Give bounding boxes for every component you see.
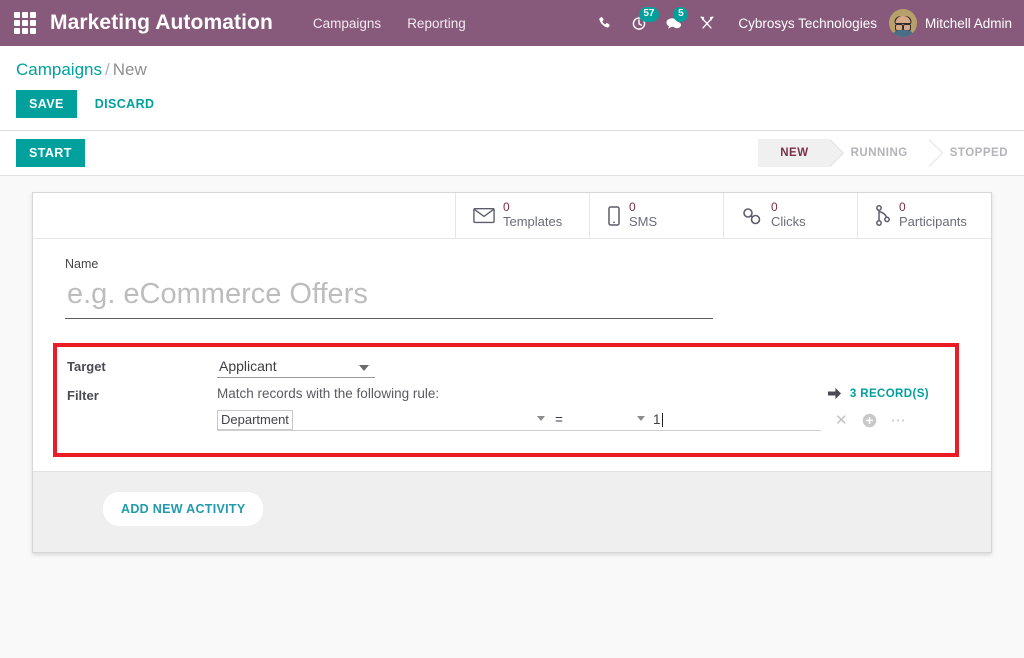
messages-icon[interactable]: 5 (656, 7, 690, 38)
apps-grid-icon[interactable] (14, 12, 36, 34)
rule-action-group: ✕ ⋯ (835, 413, 907, 428)
target-select-wrapper: Applicant (217, 357, 375, 378)
stat-button-clicks[interactable]: 0 Clicks (723, 193, 857, 238)
stat-button-templates[interactable]: 0 Templates (455, 193, 589, 238)
app-title: Marketing Automation (50, 11, 273, 34)
discard-button[interactable]: DISCARD (91, 90, 159, 118)
stat-button-text: 0 SMS (629, 200, 658, 230)
chevron-down-icon (537, 416, 545, 421)
code-branch-icon (875, 205, 891, 226)
arrow-right-icon (827, 387, 842, 400)
chevron-down-icon (637, 416, 645, 421)
breadcrumb-campaigns[interactable]: Campaigns (16, 60, 102, 79)
stat-label-participants: Participants (899, 213, 967, 229)
user-name: Mitchell Admin (924, 15, 1012, 31)
sheet-wrapper: 0 Templates 0 SMS 0 Clicks 0 Participant… (0, 176, 1024, 553)
status-step-new[interactable]: NEW (758, 139, 844, 167)
activity-clock-icon[interactable]: 57 (622, 7, 659, 38)
navbar-right-group: 57 5 Cybrosys Technologies Mitchell Admi… (588, 7, 1012, 38)
target-filter-highlight: Target Applicant Filter Match records wi… (53, 343, 959, 457)
target-label: Target (67, 359, 106, 374)
stat-label-sms: SMS (629, 213, 658, 229)
breadcrumb-bar: Campaigns / New (0, 46, 1024, 80)
records-count-text: 3 RECORD(S) (849, 387, 929, 400)
nav-menu: Campaigns Reporting (313, 16, 466, 31)
filter-row: Filter Match records with the following … (67, 386, 941, 431)
envelope-icon (473, 207, 495, 224)
stat-button-text: 0 Clicks (771, 200, 806, 230)
filter-rule-row: Department = 1 ✕ ⋯ (217, 409, 941, 431)
messages-count-badge: 5 (673, 7, 689, 22)
record-actions-bar: SAVE DISCARD (0, 80, 1024, 131)
records-count-link[interactable]: 3 RECORD(S) (827, 387, 941, 400)
stat-value-clicks: 0 (771, 200, 778, 215)
stat-button-text: 0 Templates (503, 200, 563, 230)
breadcrumb: Campaigns / New (16, 60, 1008, 80)
stat-label-templates: Templates (503, 213, 563, 229)
avatar (888, 9, 917, 37)
statusbar-row: START NEW RUNNING STOPPED (0, 131, 1024, 176)
name-field-label: Name (65, 257, 99, 271)
filter-label: Filter (67, 388, 99, 403)
activity-area: ADD NEW ACTIVITY (33, 471, 991, 552)
stat-button-box: 0 Templates 0 SMS 0 Clicks 0 Participant… (33, 193, 991, 239)
mobile-phone-icon (607, 205, 621, 226)
add-new-activity-button[interactable]: ADD NEW ACTIVITY (103, 492, 264, 526)
rule-operator-select[interactable]: = (549, 409, 649, 431)
nav-item-campaigns[interactable]: Campaigns (313, 16, 381, 31)
remove-node-icon[interactable]: ✕ (835, 413, 848, 428)
rule-value-input[interactable]: 1 (649, 409, 821, 431)
statusbar: NEW RUNNING STOPPED (758, 139, 1024, 167)
stat-button-participants[interactable]: 0 Participants (857, 193, 991, 238)
text-cursor (661, 412, 663, 427)
start-button[interactable]: START (16, 139, 85, 167)
target-select[interactable]: Applicant (217, 357, 375, 378)
target-row: Target Applicant (67, 357, 941, 378)
stat-value-participants: 0 (899, 200, 906, 215)
nav-item-reporting[interactable]: Reporting (407, 16, 466, 31)
filter-description: Match records with the following rule: (217, 386, 440, 401)
rule-field-select[interactable]: Department (217, 409, 549, 431)
breadcrumb-separator: / (105, 60, 110, 79)
developer-tools-icon[interactable] (690, 8, 724, 38)
rule-field-value: Department (217, 409, 293, 430)
filter-header: Match records with the following rule: 3… (217, 386, 941, 401)
user-menu[interactable]: Mitchell Admin (888, 9, 1012, 37)
stat-button-sms[interactable]: 0 SMS (589, 193, 723, 238)
stat-label-clicks: Clicks (771, 213, 806, 229)
form-sheet: 0 Templates 0 SMS 0 Clicks 0 Participant… (32, 192, 992, 553)
chain-link-icon (741, 206, 763, 226)
campaign-name-input[interactable] (65, 276, 713, 319)
form-body: Name (33, 239, 991, 327)
stat-value-templates: 0 (503, 200, 510, 215)
save-button[interactable]: SAVE (16, 90, 77, 118)
stat-button-text: 0 Participants (899, 200, 967, 230)
rule-operator-value: = (555, 412, 563, 427)
top-navbar: Marketing Automation Campaigns Reporting… (0, 0, 1024, 46)
breadcrumb-current: New (112, 60, 147, 79)
more-options-icon[interactable]: ⋯ (891, 413, 907, 428)
add-node-icon[interactable] (862, 413, 877, 428)
phone-icon[interactable] (588, 8, 622, 38)
company-name[interactable]: Cybrosys Technologies (738, 16, 877, 31)
rule-value-text: 1 (653, 412, 661, 427)
stat-value-sms: 0 (629, 200, 636, 215)
filter-area: Match records with the following rule: 3… (217, 386, 941, 431)
